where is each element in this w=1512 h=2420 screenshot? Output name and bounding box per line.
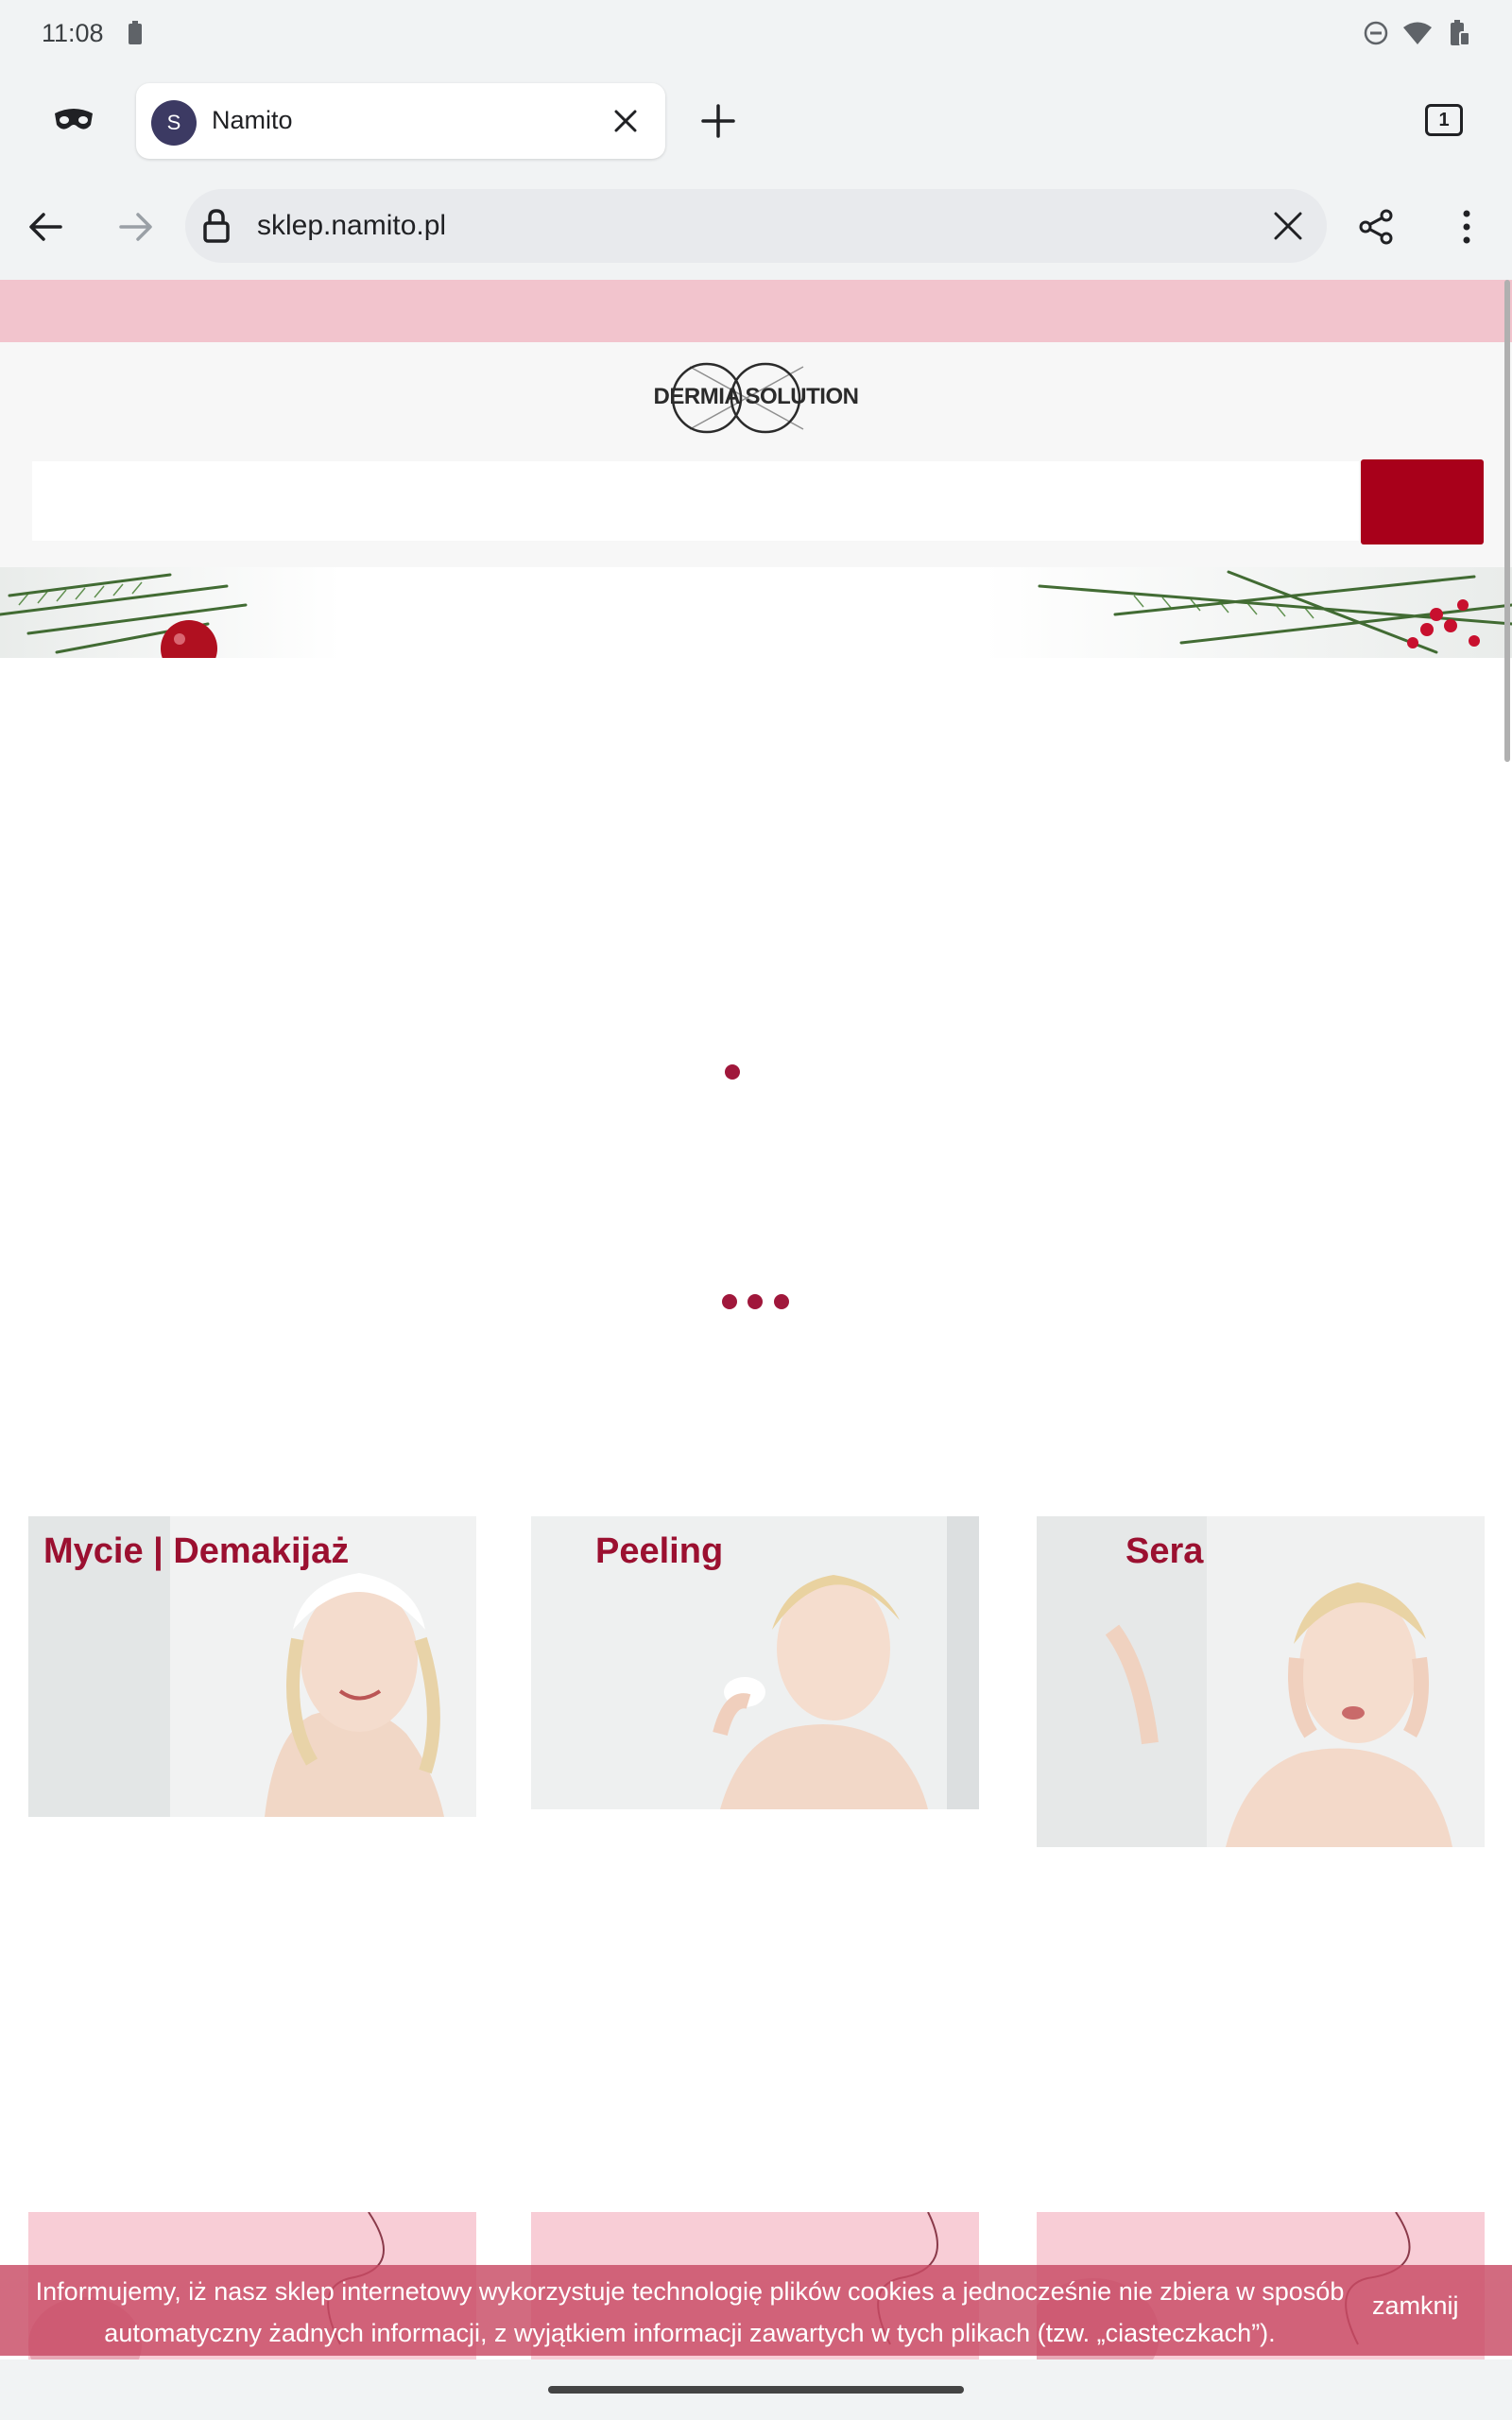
back-arrow-icon[interactable] (26, 208, 64, 246)
tab-namito[interactable]: S Namito (136, 83, 665, 159)
clear-url-icon[interactable] (1272, 210, 1304, 242)
category-card-sera[interactable]: Sera (1037, 1516, 1485, 1847)
status-time: 11:08 (42, 19, 104, 47)
forward-arrow-icon[interactable] (117, 208, 155, 246)
tab-strip: S Namito 1 (0, 68, 1512, 170)
tab-title: Namito (212, 106, 293, 134)
cookie-notice: Informujemy, iż nasz sklep internetowy w… (0, 2265, 1512, 2356)
site-header: DERMIA SOLUTION (0, 342, 1512, 567)
site-logo[interactable]: DERMIA SOLUTION (652, 355, 860, 441)
dnd-icon (1364, 21, 1388, 45)
holiday-banner (0, 567, 1512, 677)
loading-dot (722, 1294, 737, 1309)
tab-switcher-button[interactable]: 1 (1425, 104, 1463, 136)
share-icon[interactable] (1357, 208, 1395, 246)
loading-dot (774, 1294, 789, 1309)
navigation-bar (0, 2360, 1512, 2420)
cookie-notice-text: Informujemy, iż nasz sklep internetowy w… (35, 2277, 1345, 2347)
logo-text: DERMIA SOLUTION (653, 384, 859, 409)
promo-bar (0, 280, 1512, 342)
browser-toolbar: sklep.namito.pl (0, 170, 1512, 280)
christmas-decoration-image (0, 567, 1512, 677)
category-card-peeling[interactable]: Peeling (531, 1516, 979, 1809)
loading-dot (747, 1294, 763, 1309)
lock-icon[interactable] (202, 208, 231, 244)
battery-saver-icon (129, 21, 142, 44)
plus-icon[interactable] (699, 102, 737, 140)
cookie-close-button[interactable]: zamknij (1372, 2291, 1459, 2321)
battery-icon (1451, 20, 1470, 46)
page-scrollbar[interactable] (1504, 280, 1510, 762)
wifi-icon (1403, 22, 1432, 44)
address-bar[interactable]: sklep.namito.pl (185, 189, 1327, 263)
category-title: Mycie | Demakijaż (43, 1531, 350, 1571)
close-icon[interactable] (610, 106, 641, 136)
category-title: Sera (1125, 1531, 1204, 1571)
category-image (1037, 1516, 1485, 1847)
tab-favicon: S (151, 100, 197, 146)
category-card-mycie[interactable]: Mycie | Demakijaż (28, 1516, 476, 1817)
home-gesture-handle[interactable] (548, 2386, 964, 2394)
search-input[interactable] (32, 461, 1359, 541)
search-button[interactable] (1361, 459, 1484, 544)
loading-dot (725, 1064, 740, 1080)
web-page: DERMIA SOLUTION Mycie | Demakijaż Peelin… (0, 280, 1512, 2420)
incognito-icon[interactable] (53, 106, 94, 132)
status-icons (1363, 19, 1470, 47)
category-title: Peeling (595, 1531, 724, 1571)
url-text[interactable]: sklep.namito.pl (257, 210, 446, 242)
more-vert-icon[interactable] (1455, 208, 1478, 246)
status-bar: 11:08 (0, 0, 1512, 68)
